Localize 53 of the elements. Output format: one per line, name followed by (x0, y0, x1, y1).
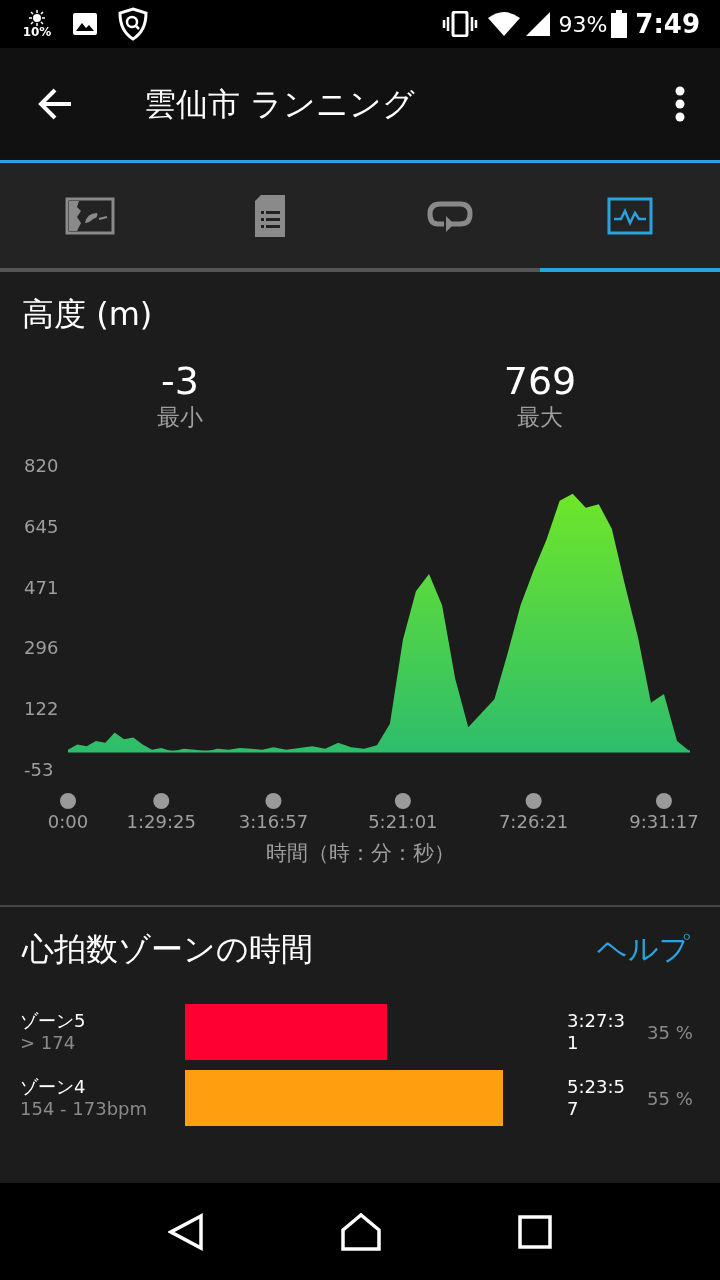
signal-icon (524, 11, 553, 37)
stat-label: 最大 (517, 406, 563, 429)
x-tick-label: 9:31:17 (629, 813, 699, 831)
zone-range: 154 - 173bpm (20, 1098, 149, 1121)
menu-icon (675, 86, 685, 122)
stat-value: -3 (161, 362, 199, 400)
zone-percent: 55 % (647, 1086, 693, 1111)
screen-title: 雲仙市 ランニング (144, 84, 417, 125)
x-tick-label: 1:29:25 (126, 813, 196, 831)
y-tick-label: 645 (24, 517, 59, 536)
wifi-icon (488, 11, 521, 37)
image-icon (72, 12, 98, 36)
x-axis-title: 時間（時：分：秒） (264, 843, 456, 864)
x-tick-label: 5:21:01 (368, 813, 438, 831)
map-icon (65, 196, 115, 235)
zone-range: > 174 (20, 1032, 77, 1055)
help-link[interactable]: ヘルプ (597, 934, 690, 964)
stat-label: 最小 (157, 406, 203, 429)
clock: 7:49 (635, 7, 700, 41)
stat-value: 769 (503, 362, 577, 400)
vibrate-icon (442, 11, 479, 37)
brightness-level: 10% (22, 26, 52, 38)
zone-name: ゾーン5 (20, 1009, 87, 1032)
y-tick-label: 471 (24, 578, 59, 597)
zone-time: 3:27:31 (567, 1009, 626, 1055)
y-tick-label: 820 (24, 457, 59, 475)
battery-icon (611, 10, 628, 38)
y-tick-label: 296 (24, 639, 59, 658)
graph-icon (607, 196, 653, 235)
time-marker (60, 793, 76, 809)
time-marker (655, 793, 672, 809)
y-tick-label: 122 (24, 700, 59, 719)
back-icon[interactable] (168, 1212, 204, 1251)
shield-search-icon (118, 7, 148, 41)
battery-percent: 93% (558, 10, 608, 39)
home-icon[interactable] (340, 1212, 382, 1251)
recent-apps-icon[interactable] (518, 1214, 552, 1249)
document-icon (253, 192, 287, 239)
time-marker (525, 793, 542, 809)
zone-time: 5:23:57 (567, 1075, 626, 1121)
x-tick-label: 7:26:21 (498, 813, 569, 831)
section-title: 心拍数ゾーンの時間 (22, 933, 313, 965)
x-tick-label: 3:16:57 (238, 813, 309, 831)
zone-name: ゾーン4 (20, 1075, 87, 1098)
time-marker (394, 793, 411, 809)
brightness-icon (29, 10, 45, 26)
zone-percent: 35 % (647, 1020, 693, 1045)
section-title: 高度 (m) (22, 295, 153, 333)
time-marker (153, 793, 170, 809)
back-arrow-icon (37, 88, 73, 120)
time-marker (265, 793, 282, 809)
y-tick-label: -53 (24, 761, 54, 779)
x-tick-label: 0:00 (47, 813, 89, 831)
